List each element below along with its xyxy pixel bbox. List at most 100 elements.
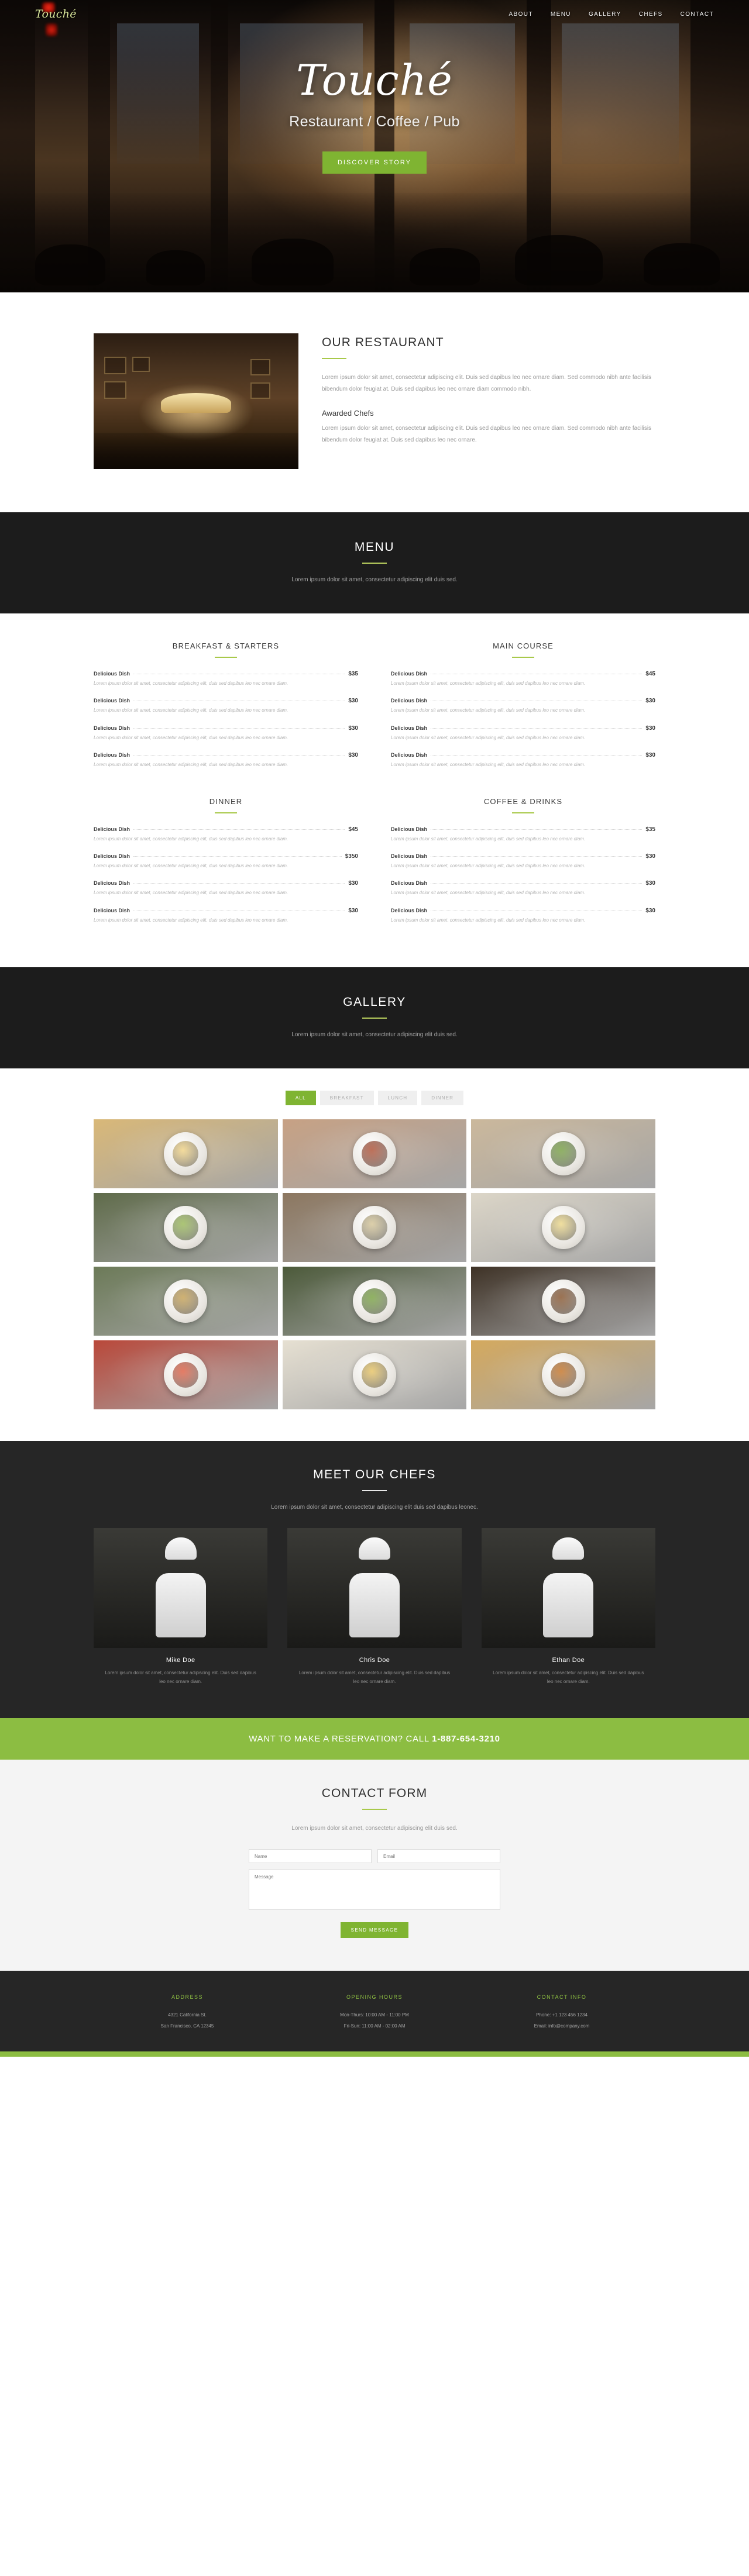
reservation-phone[interactable]: 1-887-654-3210 [432, 1734, 500, 1744]
discover-story-button[interactable]: DISCOVER STORY [322, 151, 427, 174]
menu-item-header: Delicious Dish $35 [391, 826, 655, 833]
ceiling-lamp-decoration [161, 393, 231, 413]
footer-line: Mon-Thurs: 10:00 AM - 11:00 PM [340, 2012, 409, 2018]
gallery-filter-breakfast[interactable]: BREAKFAST [319, 1091, 374, 1106]
plate-decoration [164, 1132, 208, 1176]
menu-item-price: $30 [645, 880, 655, 887]
email-input[interactable] [377, 1849, 500, 1864]
chef-hat-icon [164, 1537, 197, 1560]
title-underline [322, 358, 346, 359]
food-decoration [361, 1141, 387, 1167]
plate-decoration [541, 1132, 585, 1176]
gallery-filter-all[interactable]: ALL [285, 1091, 316, 1106]
menu-item-description: Lorem ipsum dolor sit amet, consectetur … [391, 762, 586, 768]
food-decoration [550, 1362, 576, 1388]
chef-card: Ethan Doe Lorem ipsum dolor sit amet, con… [481, 1528, 655, 1687]
menu-item-description: Lorem ipsum dolor sit amet, consectetur … [94, 734, 288, 740]
chefs-subtitle: Lorem ipsum dolor sit amet, consectetur … [271, 1504, 478, 1511]
menu-item-header: Delicious Dish $30 [391, 853, 655, 860]
chef-name: Ethan Doe [552, 1657, 585, 1664]
menu-category-underline [215, 657, 237, 658]
gallery-image[interactable] [94, 1267, 278, 1336]
chef-coat-decoration [155, 1573, 206, 1638]
menu-item-price: $30 [348, 880, 358, 887]
gallery-image[interactable] [282, 1267, 467, 1336]
menu-item: Delicious Dish $30 Lorem ipsum dolor sit a… [94, 880, 358, 897]
gallery-image[interactable] [282, 1340, 467, 1410]
menu-category: DINNER Delicious Dish $45 Lorem ipsum dolor… [94, 797, 358, 935]
footer-line: San Francisco, CA 12345 [160, 2023, 214, 2029]
menu-item-dots [133, 727, 345, 729]
chefs-section: MEET OUR CHEFS Lorem ipsum dolor sit ame… [0, 1441, 749, 1718]
gallery-image[interactable] [471, 1340, 655, 1410]
chefs-title: MEET OUR CHEFS [313, 1468, 436, 1482]
gallery-image[interactable] [282, 1119, 467, 1189]
menu-item-header: Delicious Dish $35 [94, 671, 358, 677]
menu-item: Delicious Dish $30 Lorem ipsum dolor sit a… [94, 698, 358, 715]
menu-item: Delicious Dish $35 Lorem ipsum dolor sit a… [94, 671, 358, 688]
menu-item-description: Lorem ipsum dolor sit amet, consectetur … [391, 890, 586, 896]
gallery-filter-dinner[interactable]: DINNER [421, 1091, 464, 1106]
menu-category: MAIN COURSE Delicious Dish $45 Lorem ipsum … [391, 642, 655, 780]
nav-item-menu[interactable]: MENU [551, 11, 571, 18]
gallery-image[interactable] [471, 1267, 655, 1336]
message-textarea[interactable] [249, 1869, 500, 1911]
chef-card: Chris Doe Lorem ipsum dolor sit amet, con… [287, 1528, 462, 1687]
menu-category-underline [512, 812, 534, 813]
menu-category-title: BREAKFAST & STARTERS [172, 642, 280, 650]
menu-item-dots [431, 755, 643, 756]
gallery-image[interactable] [94, 1119, 278, 1189]
menu-item: Delicious Dish $30 Lorem ipsum dolor sit a… [391, 698, 655, 715]
chef-coat-decoration [349, 1573, 400, 1638]
menu-item-name: Delicious Dish [391, 752, 428, 758]
footer-column-heading: CONTACT INFO [537, 1994, 587, 2001]
reservation-text-wrapper: WANT TO MAKE A RESERVATION? CALL 1-887-6… [0, 1734, 749, 1744]
menu-item-header: Delicious Dish $30 [391, 698, 655, 704]
menu-item-price: $30 [348, 698, 358, 705]
gallery-filter-lunch[interactable]: LUNCH [377, 1091, 418, 1106]
plate-decoration [541, 1280, 585, 1323]
contact-section: CONTACT FORM Lorem ipsum dolor sit amet,… [0, 1759, 749, 1971]
awarded-chefs-title: Awarded Chefs [322, 409, 374, 418]
nav-item-contact[interactable]: CONTACT [681, 11, 714, 18]
hero-content: Touché Restaurant / Coffee / Pub DISCOVE… [0, 28, 749, 174]
menu-item-price: $30 [348, 752, 358, 759]
menu-item-price: $30 [645, 698, 655, 705]
menu-item-price: $35 [645, 826, 655, 833]
chef-coat-decoration [543, 1573, 594, 1638]
nav-item-about[interactable]: ABOUT [509, 11, 532, 18]
menu-item-header: Delicious Dish $30 [94, 880, 358, 887]
gallery-image[interactable] [94, 1193, 278, 1263]
menu-item-description: Lorem ipsum dolor sit amet, consectetur … [391, 863, 586, 868]
send-message-button[interactable]: SEND MESSAGE [340, 1922, 409, 1939]
chef-card: Mike Doe Lorem ipsum dolor sit amet, cons… [94, 1528, 268, 1687]
menu-item-name: Delicious Dish [94, 853, 130, 859]
menu-item-description: Lorem ipsum dolor sit amet, consectetur … [94, 836, 288, 842]
footer-column: OPENING HOURS Mon-Thurs: 10:00 AM - 11:00… [281, 1994, 468, 2032]
menu-title: MENU [354, 540, 395, 554]
menu-item-price: $30 [645, 725, 655, 732]
gallery-image[interactable] [471, 1193, 655, 1263]
footer-column-heading: ADDRESS [171, 1994, 203, 2001]
food-decoration [173, 1362, 199, 1388]
footer-column: ADDRESS 4321 California St. San Francisco,… [94, 1994, 281, 2032]
menu-item-name: Delicious Dish [94, 698, 130, 704]
site-logo[interactable]: Touché [35, 8, 77, 20]
plate-decoration [164, 1280, 208, 1323]
nav-item-chefs[interactable]: CHEFS [639, 11, 663, 18]
menu-item-price: $35 [348, 671, 358, 677]
chefs-title-underline [362, 1490, 387, 1492]
gallery-image[interactable] [94, 1340, 278, 1410]
footer-line: Fri-Sun: 11:00 AM - 02:00 AM [343, 2023, 406, 2029]
nav-item-gallery[interactable]: GALLERY [589, 11, 621, 18]
footer-column-heading: OPENING HOURS [346, 1994, 403, 2001]
awarded-chefs-paragraph: Lorem ipsum dolor sit amet, consectetur … [322, 425, 652, 443]
menu-item-description: Lorem ipsum dolor sit amet, consectetur … [391, 681, 586, 686]
menu-item-description: Lorem ipsum dolor sit amet, consectetur … [94, 762, 288, 768]
name-input[interactable] [249, 1849, 372, 1864]
gallery-image[interactable] [471, 1119, 655, 1189]
gallery-image[interactable] [282, 1193, 467, 1263]
top-navigation-bar: Touché ABOUT MENU GALLERY CHEFS CONTACT [0, 0, 749, 28]
gallery-grid [94, 1119, 655, 1410]
menu-item-name: Delicious Dish [391, 880, 428, 887]
